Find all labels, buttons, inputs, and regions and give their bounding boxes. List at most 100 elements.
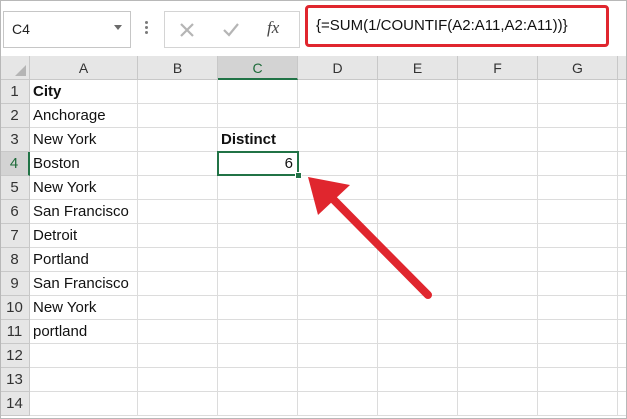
column-header-partial[interactable] [618, 56, 627, 80]
cell-e4[interactable] [378, 152, 458, 176]
cell-e2[interactable] [378, 104, 458, 128]
close-icon[interactable] [177, 20, 197, 40]
cell-c12[interactable] [218, 344, 298, 368]
cell-g4[interactable] [538, 152, 618, 176]
cell-d11[interactable] [298, 320, 378, 344]
cell-b1[interactable] [138, 80, 218, 104]
cell-e10[interactable] [378, 296, 458, 320]
column-header-f[interactable]: F [458, 56, 538, 80]
cell-d2[interactable] [298, 104, 378, 128]
cell-f6[interactable] [458, 200, 538, 224]
column-header-d[interactable]: D [298, 56, 378, 80]
row-header-9[interactable]: 9 [0, 272, 30, 296]
cell-h12[interactable] [618, 344, 627, 368]
cell-f7[interactable] [458, 224, 538, 248]
cell-h10[interactable] [618, 296, 627, 320]
cell-c10[interactable] [218, 296, 298, 320]
cell-f4[interactable] [458, 152, 538, 176]
cell-f13[interactable] [458, 368, 538, 392]
cell-a2[interactable]: Anchorage [30, 104, 138, 128]
cell-f11[interactable] [458, 320, 538, 344]
cell-h4[interactable] [618, 152, 627, 176]
select-all-button[interactable] [0, 56, 30, 80]
cell-e1[interactable] [378, 80, 458, 104]
cell-f2[interactable] [458, 104, 538, 128]
cell-g11[interactable] [538, 320, 618, 344]
row-header-8[interactable]: 8 [0, 248, 30, 272]
cell-f14[interactable] [458, 392, 538, 416]
cell-d12[interactable] [298, 344, 378, 368]
cell-e5[interactable] [378, 176, 458, 200]
cell-h5[interactable] [618, 176, 627, 200]
cell-c14[interactable] [218, 392, 298, 416]
row-header-1[interactable]: 1 [0, 80, 30, 104]
cell-c11[interactable] [218, 320, 298, 344]
cell-g6[interactable] [538, 200, 618, 224]
cell-b7[interactable] [138, 224, 218, 248]
cell-g8[interactable] [538, 248, 618, 272]
cell-c4[interactable]: 6 [218, 152, 298, 176]
cell-c8[interactable] [218, 248, 298, 272]
cell-b10[interactable] [138, 296, 218, 320]
cell-g1[interactable] [538, 80, 618, 104]
resize-handle-icon[interactable] [145, 21, 148, 35]
cell-h11[interactable] [618, 320, 627, 344]
formula-input[interactable]: {=SUM(1/COUNTIF(A2:A11,A2:A11))} [305, 5, 609, 47]
cell-b3[interactable] [138, 128, 218, 152]
column-header-g[interactable]: G [538, 56, 618, 80]
column-header-b[interactable]: B [138, 56, 218, 80]
row-header-3[interactable]: 3 [0, 128, 30, 152]
cell-d3[interactable] [298, 128, 378, 152]
cell-a11[interactable]: portland [30, 320, 138, 344]
cell-d8[interactable] [298, 248, 378, 272]
cell-e9[interactable] [378, 272, 458, 296]
cell-d4[interactable] [298, 152, 378, 176]
cell-g10[interactable] [538, 296, 618, 320]
cell-d5[interactable] [298, 176, 378, 200]
cell-a9[interactable]: San Francisco [30, 272, 138, 296]
cell-e14[interactable] [378, 392, 458, 416]
row-header-2[interactable]: 2 [0, 104, 30, 128]
cell-g12[interactable] [538, 344, 618, 368]
cell-d10[interactable] [298, 296, 378, 320]
cell-b2[interactable] [138, 104, 218, 128]
cell-a5[interactable]: New York [30, 176, 138, 200]
cell-b8[interactable] [138, 248, 218, 272]
column-header-c[interactable]: C [218, 56, 298, 80]
cell-h13[interactable] [618, 368, 627, 392]
check-icon[interactable] [221, 20, 241, 40]
cell-c1[interactable] [218, 80, 298, 104]
cell-g13[interactable] [538, 368, 618, 392]
cell-f3[interactable] [458, 128, 538, 152]
cell-h8[interactable] [618, 248, 627, 272]
cell-c7[interactable] [218, 224, 298, 248]
cell-f10[interactable] [458, 296, 538, 320]
cell-d9[interactable] [298, 272, 378, 296]
cell-a10[interactable]: New York [30, 296, 138, 320]
cell-g3[interactable] [538, 128, 618, 152]
cell-d6[interactable] [298, 200, 378, 224]
row-header-7[interactable]: 7 [0, 224, 30, 248]
cell-h14[interactable] [618, 392, 627, 416]
cell-g9[interactable] [538, 272, 618, 296]
cell-f5[interactable] [458, 176, 538, 200]
row-header-14[interactable]: 14 [0, 392, 30, 416]
cell-h1[interactable] [618, 80, 627, 104]
cell-a7[interactable]: Detroit [30, 224, 138, 248]
row-header-4[interactable]: 4 [0, 152, 30, 176]
cell-e11[interactable] [378, 320, 458, 344]
cell-b9[interactable] [138, 272, 218, 296]
cell-b13[interactable] [138, 368, 218, 392]
cell-a14[interactable] [30, 392, 138, 416]
cell-b12[interactable] [138, 344, 218, 368]
row-header-11[interactable]: 11 [0, 320, 30, 344]
cell-c13[interactable] [218, 368, 298, 392]
cell-e8[interactable] [378, 248, 458, 272]
cell-f8[interactable] [458, 248, 538, 272]
cell-g2[interactable] [538, 104, 618, 128]
cell-c9[interactable] [218, 272, 298, 296]
cell-g14[interactable] [538, 392, 618, 416]
cell-b14[interactable] [138, 392, 218, 416]
cell-f12[interactable] [458, 344, 538, 368]
cell-c5[interactable] [218, 176, 298, 200]
